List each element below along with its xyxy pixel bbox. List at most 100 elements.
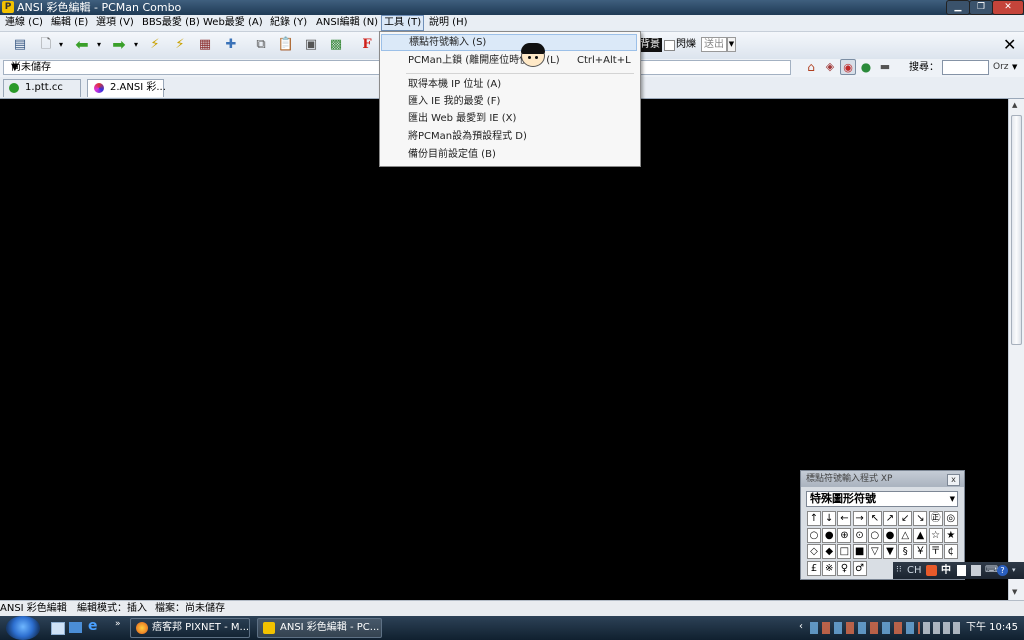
monitor-icon[interactable]: ▬ (877, 59, 893, 75)
ime-panel-title-bar[interactable]: 標點符號輸入程式 XP x (801, 471, 964, 487)
ime-symbol-key[interactable]: ☆ (928, 527, 943, 543)
punctuation-icon[interactable] (971, 565, 981, 576)
bbs-icon[interactable]: ◈ (822, 59, 838, 75)
show-desktop-icon[interactable] (51, 622, 65, 635)
search-engine-dropdown-icon[interactable]: ▼ (1012, 60, 1017, 75)
menu-item-import-ie[interactable]: 匯入 IE 我的最愛 (F) (381, 93, 637, 110)
ime-symbol-key[interactable]: ※ (822, 560, 837, 576)
ime-symbol-key[interactable]: ◆ (822, 544, 837, 559)
ime-symbol-key[interactable]: £ (807, 560, 821, 576)
ime-symbol-key[interactable]: ■ (852, 544, 867, 559)
menu-help[interactable]: 說明 (H) (427, 15, 470, 31)
settings-icon[interactable]: ▣ (302, 36, 320, 54)
ime-symbol-key[interactable]: ♀ (837, 560, 852, 576)
close-tab-icon[interactable]: ✕ (1003, 35, 1016, 55)
tray-system-icons[interactable] (923, 622, 963, 634)
langbar-options-icon[interactable]: ▾ (1012, 563, 1016, 578)
ime-symbol-key[interactable]: ◎ (943, 511, 958, 526)
task-browser[interactable]: 痞客邦 PIXNET - M... (130, 618, 250, 638)
forward-dropdown-icon[interactable]: ▾ (132, 36, 140, 54)
ime-symbol-key[interactable]: ⊙ (852, 527, 867, 543)
menu-item-punctuation-input[interactable]: 標點符號輸入 (S) (381, 34, 637, 51)
ime-category-dropdown-icon[interactable]: ▼ (950, 492, 955, 506)
ime-symbol-key[interactable]: ▽ (867, 544, 882, 559)
back-dropdown-icon[interactable]: ▾ (95, 36, 103, 54)
ime-symbol-key[interactable]: ● (822, 527, 837, 543)
ime-close-icon[interactable]: x (947, 474, 960, 486)
menu-item-backup-settings[interactable]: 備份目前設定值 (B) (381, 146, 637, 163)
menu-item-set-default[interactable]: 將PCMan設為預設程式 D) (381, 128, 637, 145)
ime-symbol-key[interactable]: ↘ (913, 511, 928, 526)
screenshot-icon[interactable]: ▩ (327, 36, 345, 54)
scrollbar-thumb[interactable] (1011, 115, 1022, 345)
ime-symbol-key[interactable]: ↗ (883, 511, 897, 526)
blink-checkbox[interactable] (664, 40, 675, 51)
forward-arrow-icon[interactable]: ➡ (110, 36, 128, 54)
ime-symbol-key[interactable]: ㊣ (928, 511, 943, 526)
task-pcman[interactable]: ANSI 彩色編輯 - PC... (257, 618, 382, 638)
send-button[interactable]: 送出 (701, 37, 727, 52)
menu-edit[interactable]: 編輯 (E) (49, 15, 90, 31)
new-connection-icon[interactable]: 🗋 (37, 36, 55, 54)
ime-symbol-key[interactable]: ↙ (898, 511, 913, 526)
ime-symbol-key[interactable]: ← (837, 511, 852, 526)
ime-symbol-key[interactable]: ⊕ (837, 527, 852, 543)
help-icon[interactable]: ? (997, 565, 1008, 576)
close-button[interactable]: ✕ (992, 0, 1024, 15)
langbar-mode[interactable]: 中 (941, 562, 951, 579)
copy-icon[interactable]: ⧉ (252, 36, 270, 54)
background-color-label[interactable]: 背景 (638, 38, 662, 52)
ime-symbol-key[interactable]: ◇ (807, 544, 821, 559)
menu-bbs-favorites[interactable]: BBS最愛 (B) (140, 15, 202, 31)
search-engine-label[interactable]: Orz (993, 60, 1009, 75)
scroll-up-icon[interactable]: ▲ (1012, 101, 1017, 109)
search-input[interactable] (942, 60, 989, 75)
paste-icon[interactable]: 📋 (277, 36, 295, 54)
ime-symbol-key[interactable]: ￥ (913, 544, 928, 559)
back-arrow-icon[interactable]: ⬅ (73, 36, 91, 54)
menu-item-get-ip[interactable]: 取得本機 IP 位址 (A) (381, 76, 637, 93)
ime-symbol-key[interactable]: § (898, 544, 913, 559)
ime-symbol-key[interactable]: ▼ (883, 544, 897, 559)
site-list-icon[interactable]: ▤ (11, 36, 29, 54)
clock[interactable]: 下午 10:45 (966, 616, 1018, 640)
reconnect-icon[interactable]: ⚡ (146, 36, 164, 54)
quicklaunch-more-icon[interactable]: » (115, 619, 121, 629)
ime-symbol-key[interactable]: ¢ (943, 544, 958, 559)
ime-symbol-key[interactable]: ▲ (913, 527, 928, 543)
ime-symbol-key[interactable]: → (852, 511, 867, 526)
langbar-language[interactable]: CH (907, 562, 922, 579)
new-connection-dropdown-icon[interactable]: ▾ (57, 36, 65, 54)
ime-symbol-key[interactable]: ○ (807, 527, 821, 543)
menu-web-favorites[interactable]: Web最愛 (A) (201, 15, 265, 31)
add-favorite-icon[interactable]: ✚ (222, 36, 240, 54)
menu-log[interactable]: 紀錄 (Y) (268, 15, 309, 31)
ansi-editor-icon[interactable]: ▦ (196, 36, 214, 54)
menu-ansi-edit[interactable]: ANSI編輯 (N) (314, 15, 380, 31)
maximize-button[interactable]: ❐ (969, 0, 993, 15)
ime-symbol-key[interactable]: ↑ (807, 511, 821, 526)
ime-icon[interactable] (926, 565, 937, 576)
font-color-icon[interactable]: F (358, 36, 376, 54)
fullwidth-icon[interactable] (957, 565, 966, 576)
ime-symbol-key[interactable]: ↖ (867, 511, 882, 526)
ime-symbol-key[interactable]: ● (883, 527, 897, 543)
ime-symbol-key[interactable]: ♂ (852, 560, 867, 576)
menu-connect[interactable]: 連線 (C) (3, 15, 45, 31)
send-dropdown-icon[interactable]: ▼ (727, 37, 736, 52)
ime-symbol-key[interactable]: 〒 (928, 544, 943, 559)
ime-symbol-key[interactable]: □ (837, 544, 852, 559)
web-icon[interactable]: ◉ (840, 59, 856, 75)
ime-symbol-key[interactable]: ★ (943, 527, 958, 543)
switch-windows-icon[interactable] (69, 622, 82, 633)
disconnect-icon[interactable]: ⚡ (171, 36, 189, 54)
langbar-grip-icon[interactable]: ⁝⁝ (896, 563, 902, 578)
ime-symbol-key[interactable]: ↓ (822, 511, 837, 526)
menu-options[interactable]: 選項 (V) (94, 15, 136, 31)
menu-tools[interactable]: 工具 (T) (381, 15, 424, 31)
tray-icons[interactable] (810, 622, 920, 634)
ime-category-select[interactable]: 特殊圖形符號 ▼ (806, 491, 958, 507)
ime-symbol-key[interactable]: △ (898, 527, 913, 543)
minimize-button[interactable]: ▁ (946, 0, 970, 15)
internet-explorer-icon[interactable]: e (88, 618, 98, 634)
